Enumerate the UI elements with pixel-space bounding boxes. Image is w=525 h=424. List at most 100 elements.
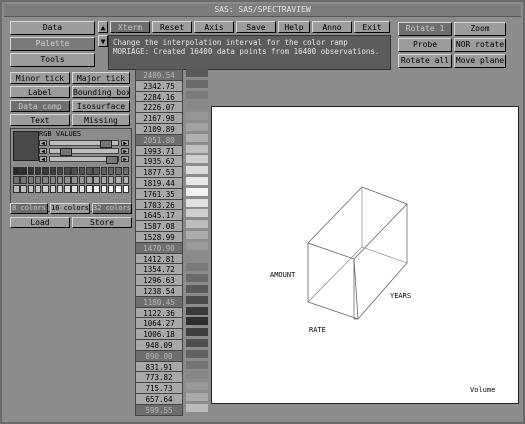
tab-palette[interactable]: Palette: [10, 37, 95, 51]
palette-cell[interactable]: [115, 185, 122, 193]
blue-left-icon[interactable]: ◀: [39, 156, 47, 163]
missing-button[interactable]: Missing: [72, 114, 130, 126]
blue-thumb[interactable]: [106, 156, 118, 164]
palette-cell[interactable]: [107, 185, 115, 193]
color-swatch: [186, 393, 208, 401]
palette-cell[interactable]: [115, 167, 122, 175]
rotate-all-button[interactable]: Rotate all: [398, 54, 452, 68]
legend-item[interactable]: 599.55: [135, 403, 183, 416]
palette-grid[interactable]: [13, 167, 131, 197]
red-left-icon[interactable]: ◀: [39, 140, 47, 147]
palette-cell[interactable]: [13, 176, 20, 184]
menu-save[interactable]: Save: [236, 21, 276, 33]
menu-xterm[interactable]: Xterm: [110, 21, 150, 33]
menu-help[interactable]: Help: [278, 21, 310, 33]
palette-cell[interactable]: [122, 185, 129, 193]
palette-cell[interactable]: [27, 185, 35, 193]
palette-cell[interactable]: [27, 176, 35, 184]
palette-cell[interactable]: [20, 176, 27, 184]
palette-cell[interactable]: [93, 185, 100, 193]
red-thumb[interactable]: [100, 140, 112, 148]
palette-cell[interactable]: [42, 167, 49, 175]
green-slider[interactable]: [49, 148, 119, 156]
palette-cell[interactable]: [56, 176, 64, 184]
palette-cell[interactable]: [78, 176, 86, 184]
palette-cell[interactable]: [93, 176, 100, 184]
msg-scroll-icon[interactable]: ▼: [98, 35, 108, 47]
label-button[interactable]: Label: [10, 86, 70, 98]
rotate-1-button[interactable]: Rotate 1: [398, 22, 452, 36]
palette-cell[interactable]: [78, 167, 86, 175]
palette-cell[interactable]: [100, 176, 108, 184]
palette-cell[interactable]: [20, 167, 27, 175]
blue-slider[interactable]: [49, 156, 119, 164]
16-colors-button[interactable]: 16 colors: [50, 203, 90, 214]
menu-reset[interactable]: Reset: [152, 21, 192, 33]
color-swatch: [186, 133, 208, 142]
palette-cell[interactable]: [71, 185, 78, 193]
palette-cell[interactable]: [56, 167, 64, 175]
isosurface-lines: [307, 187, 408, 303]
text-button[interactable]: Text: [10, 114, 70, 126]
palette-cell[interactable]: [100, 185, 108, 193]
palette-cell[interactable]: [20, 185, 27, 193]
plot-area[interactable]: AMOUNT YEARS RATE Volume: [211, 106, 519, 404]
tab-data[interactable]: Data: [10, 21, 95, 35]
scroll-up-icon[interactable]: ▲: [98, 21, 108, 33]
red-right-icon[interactable]: ▶: [121, 140, 129, 147]
palette-cell[interactable]: [107, 167, 115, 175]
menu-anno[interactable]: Anno: [312, 21, 352, 33]
8-colors-button[interactable]: 8 colors: [10, 203, 48, 214]
palette-cell[interactable]: [34, 167, 42, 175]
palette-cell[interactable]: [49, 176, 56, 184]
menu-exit[interactable]: Exit: [354, 21, 390, 33]
palette-cell[interactable]: [64, 167, 71, 175]
zoom-button[interactable]: Zoom: [454, 22, 506, 36]
palette-cell[interactable]: [86, 185, 93, 193]
probe-button[interactable]: Probe: [398, 38, 452, 52]
major-tick-button[interactable]: Major tick: [72, 72, 130, 84]
color-swatch: [186, 328, 208, 337]
palette-cell[interactable]: [115, 176, 122, 184]
tab-tools[interactable]: Tools: [10, 53, 95, 67]
blue-right-icon[interactable]: ▶: [121, 156, 129, 163]
palette-cell[interactable]: [49, 185, 56, 193]
palette-cell[interactable]: [71, 176, 78, 184]
palette-cell[interactable]: [34, 176, 42, 184]
32-colors-button[interactable]: 32 colors: [92, 203, 132, 214]
red-slider[interactable]: [49, 140, 119, 148]
nor-rotate-button[interactable]: NOR rotate: [454, 38, 506, 52]
palette-cell[interactable]: [42, 185, 49, 193]
palette-cell[interactable]: [64, 185, 71, 193]
move-plane-button[interactable]: Move plane: [454, 54, 506, 68]
palette-cell[interactable]: [13, 167, 20, 175]
palette-cell[interactable]: [64, 176, 71, 184]
palette-cell[interactable]: [107, 176, 115, 184]
palette-cell[interactable]: [122, 176, 129, 184]
palette-cell[interactable]: [122, 167, 129, 175]
palette-cell[interactable]: [49, 167, 56, 175]
palette-cell[interactable]: [86, 167, 93, 175]
data-comp-button[interactable]: Data comp: [10, 100, 70, 112]
palette-cell[interactable]: [42, 176, 49, 184]
green-thumb[interactable]: [60, 148, 72, 156]
green-left-icon[interactable]: ◀: [39, 148, 47, 155]
load-button[interactable]: Load: [10, 217, 70, 228]
green-right-icon[interactable]: ▶: [121, 148, 129, 155]
color-swatch: [186, 177, 208, 185]
minor-tick-button[interactable]: Minor tick: [10, 72, 70, 84]
isosurface-button[interactable]: Isosurface: [72, 100, 130, 112]
palette-cell[interactable]: [86, 176, 93, 184]
bounding-box-button[interactable]: Bounding box: [72, 86, 130, 98]
palette-cell[interactable]: [56, 185, 64, 193]
palette-cell[interactable]: [71, 167, 78, 175]
palette-cell[interactable]: [78, 185, 86, 193]
menu-axis[interactable]: Axis: [194, 21, 234, 33]
color-swatch: [186, 187, 208, 196]
palette-cell[interactable]: [100, 167, 108, 175]
palette-cell[interactable]: [27, 167, 35, 175]
store-button[interactable]: Store: [72, 217, 132, 228]
palette-cell[interactable]: [34, 185, 42, 193]
palette-cell[interactable]: [93, 167, 100, 175]
palette-cell[interactable]: [13, 185, 20, 193]
